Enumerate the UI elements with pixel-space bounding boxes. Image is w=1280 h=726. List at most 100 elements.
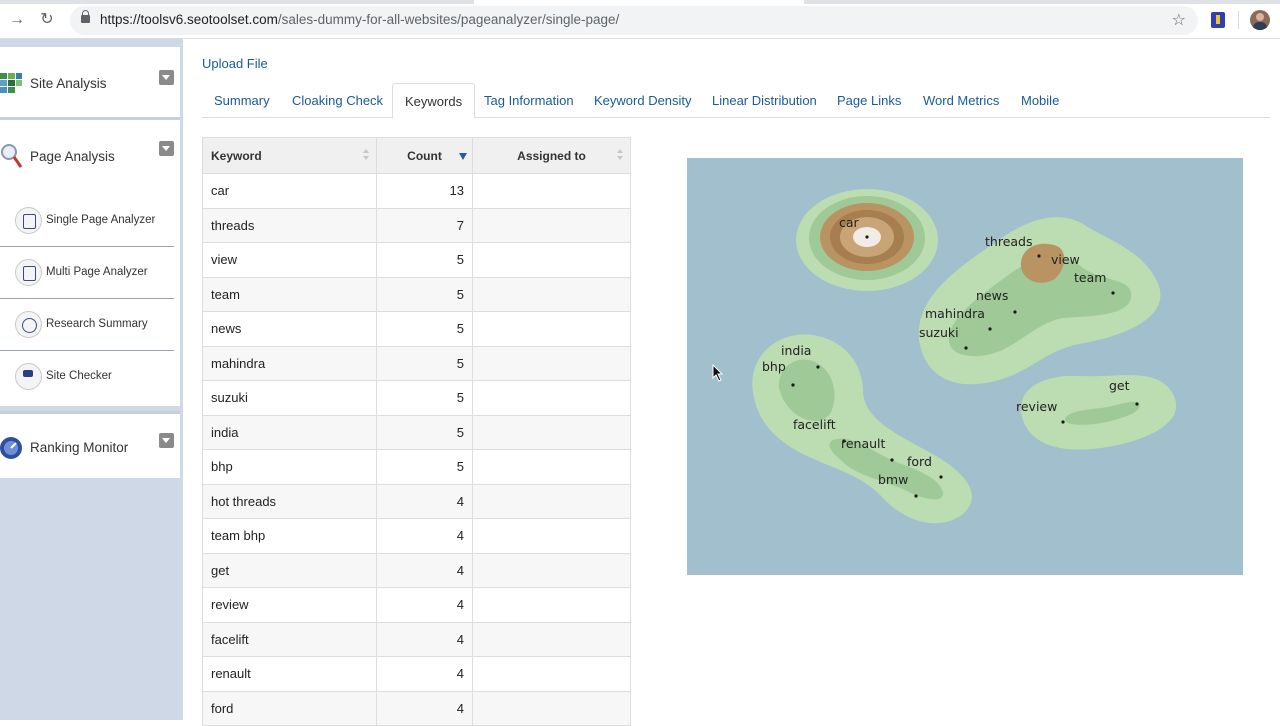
count-cell: 4: [376, 483, 473, 519]
count-cell: 5: [376, 276, 473, 312]
reload-icon[interactable]: ↻: [36, 9, 58, 31]
column-header-count[interactable]: Count: [376, 137, 473, 174]
sidebar-item-multi-page-analyzer[interactable]: Multi Page Analyzer: [0, 247, 174, 299]
assigned-to-cell[interactable]: [472, 276, 631, 312]
bookmark-star-icon[interactable]: ☆: [1172, 10, 1186, 30]
sidebar-item-research-summary[interactable]: Research Summary: [0, 299, 174, 351]
table-row[interactable]: india 5: [202, 414, 631, 450]
extension-icon[interactable]: [1211, 12, 1225, 28]
assigned-to-cell[interactable]: [472, 345, 631, 381]
sidebar-item-single-page-analyzer[interactable]: Single Page Analyzer: [0, 195, 174, 247]
keywords-table: Keyword Count Assigned to car 13 threads 7 v…: [202, 137, 631, 726]
table-row[interactable]: team bhp 4: [202, 518, 631, 554]
assigned-to-cell[interactable]: [472, 552, 631, 588]
table-row[interactable]: car 13: [202, 173, 631, 209]
assigned-to-cell[interactable]: [472, 656, 631, 692]
tab-mobile[interactable]: Mobile: [1021, 83, 1059, 118]
keyword-cell: news: [202, 311, 377, 347]
assigned-to-cell[interactable]: [472, 449, 631, 485]
tab-tag-information[interactable]: Tag Information: [484, 83, 574, 118]
tab-keyword-density[interactable]: Keyword Density: [594, 83, 692, 118]
keyword-cell: get: [202, 552, 377, 588]
table-row[interactable]: get 4: [202, 552, 631, 588]
table-row[interactable]: ford 4: [202, 690, 631, 726]
keyword-cell: hot threads: [202, 483, 377, 519]
chevron-down-icon[interactable]: [159, 141, 174, 156]
tab-cloaking-check[interactable]: Cloaking Check: [292, 83, 383, 118]
table-row[interactable]: threads 7: [202, 207, 631, 243]
assigned-to-cell[interactable]: [472, 173, 631, 209]
table-row[interactable]: hot threads 4: [202, 483, 631, 519]
address-bar[interactable]: https://toolsv6.seotoolset.com/sales-dum…: [70, 6, 1198, 35]
chevron-down-icon[interactable]: [159, 433, 174, 448]
map-label: suzuki: [919, 325, 959, 340]
tab-keywords[interactable]: Keywords: [392, 83, 476, 119]
map-label: get: [1109, 378, 1130, 393]
map-label: renault: [841, 436, 886, 451]
map-label: review: [1016, 399, 1057, 414]
sidebar-item-label: Research Summary: [46, 318, 148, 330]
profile-avatar[interactable]: [1250, 10, 1270, 30]
upload-file-link[interactable]: Upload File: [202, 56, 268, 71]
sidebar-item-label: Site Checker: [46, 370, 112, 382]
sidebar-section-label: Site Analysis: [30, 76, 107, 91]
table-row[interactable]: team 5: [202, 276, 631, 312]
map-label: ford: [907, 454, 932, 469]
toolbar-divider: [1238, 11, 1239, 29]
table-row[interactable]: renault 4: [202, 656, 631, 692]
assigned-to-cell[interactable]: [472, 483, 631, 519]
table-row[interactable]: suzuki 5: [202, 380, 631, 416]
sidebar: Site Analysis Page Analysis Single Page …: [0, 39, 183, 720]
tab-summary[interactable]: Summary: [214, 83, 270, 118]
tab-word-metrics[interactable]: Word Metrics: [923, 83, 999, 118]
assigned-to-cell[interactable]: [472, 587, 631, 623]
table-row[interactable]: view 5: [202, 242, 631, 278]
forward-icon[interactable]: →: [6, 9, 28, 31]
keyword-cell: team: [202, 276, 377, 312]
count-cell: 4: [376, 621, 473, 657]
sort-descending-icon: [459, 153, 467, 160]
sidebar-section-site-analysis[interactable]: Site Analysis: [0, 47, 180, 120]
sidebar-section-page-analysis[interactable]: Page Analysis: [0, 120, 180, 195]
count-cell: 5: [376, 449, 473, 485]
sidebar-section-ranking-monitor[interactable]: Ranking Monitor: [0, 411, 180, 478]
column-header-keyword[interactable]: Keyword: [202, 137, 377, 174]
main-content: Upload File Summary Cloaking Check Keywo…: [184, 39, 1280, 726]
table-row[interactable]: mahindra 5: [202, 345, 631, 381]
sort-icon: [617, 149, 624, 161]
lock-icon: [81, 10, 90, 23]
tab-page-links[interactable]: Page Links: [837, 83, 901, 118]
count-cell: 5: [376, 242, 473, 278]
assigned-to-cell[interactable]: [472, 518, 631, 554]
assigned-to-cell[interactable]: [472, 207, 631, 243]
tab-linear-distribution[interactable]: Linear Distribution: [712, 83, 817, 118]
table-row[interactable]: facelift 4: [202, 621, 631, 657]
keyword-cell: renault: [202, 656, 377, 692]
pages-icon: [15, 259, 42, 286]
column-header-assigned-to[interactable]: Assigned to: [472, 137, 631, 174]
assigned-to-cell[interactable]: [472, 690, 631, 726]
sidebar-item-label: Single Page Analyzer: [46, 214, 156, 226]
assigned-to-cell[interactable]: [472, 242, 631, 278]
column-header-label: Count: [407, 148, 442, 163]
table-row[interactable]: review 4: [202, 587, 631, 623]
keywords-table-body: car 13 threads 7 view 5 team 5 news 5 mahindra 5 suz…: [202, 173, 631, 726]
keyword-cell: car: [202, 173, 377, 209]
map-island-car: [796, 189, 938, 291]
count-cell: 4: [376, 656, 473, 692]
assigned-to-cell[interactable]: [472, 380, 631, 416]
assigned-to-cell[interactable]: [472, 414, 631, 450]
map-label: mahindra: [925, 306, 985, 321]
url-text[interactable]: https://toolsv6.seotoolset.com/sales-dum…: [100, 12, 619, 27]
assigned-to-cell[interactable]: [472, 621, 631, 657]
table-row[interactable]: news 5: [202, 311, 631, 347]
chevron-down-icon[interactable]: [159, 70, 174, 85]
count-cell: 5: [376, 414, 473, 450]
count-cell: 13: [376, 173, 473, 209]
table-row[interactable]: bhp 5: [202, 449, 631, 485]
sidebar-item-site-checker[interactable]: Site Checker: [0, 351, 174, 403]
count-cell: 5: [376, 311, 473, 347]
keyword-map: car threads view team news mahindra suzu…: [687, 158, 1243, 575]
map-label: car: [839, 215, 860, 230]
assigned-to-cell[interactable]: [472, 311, 631, 347]
